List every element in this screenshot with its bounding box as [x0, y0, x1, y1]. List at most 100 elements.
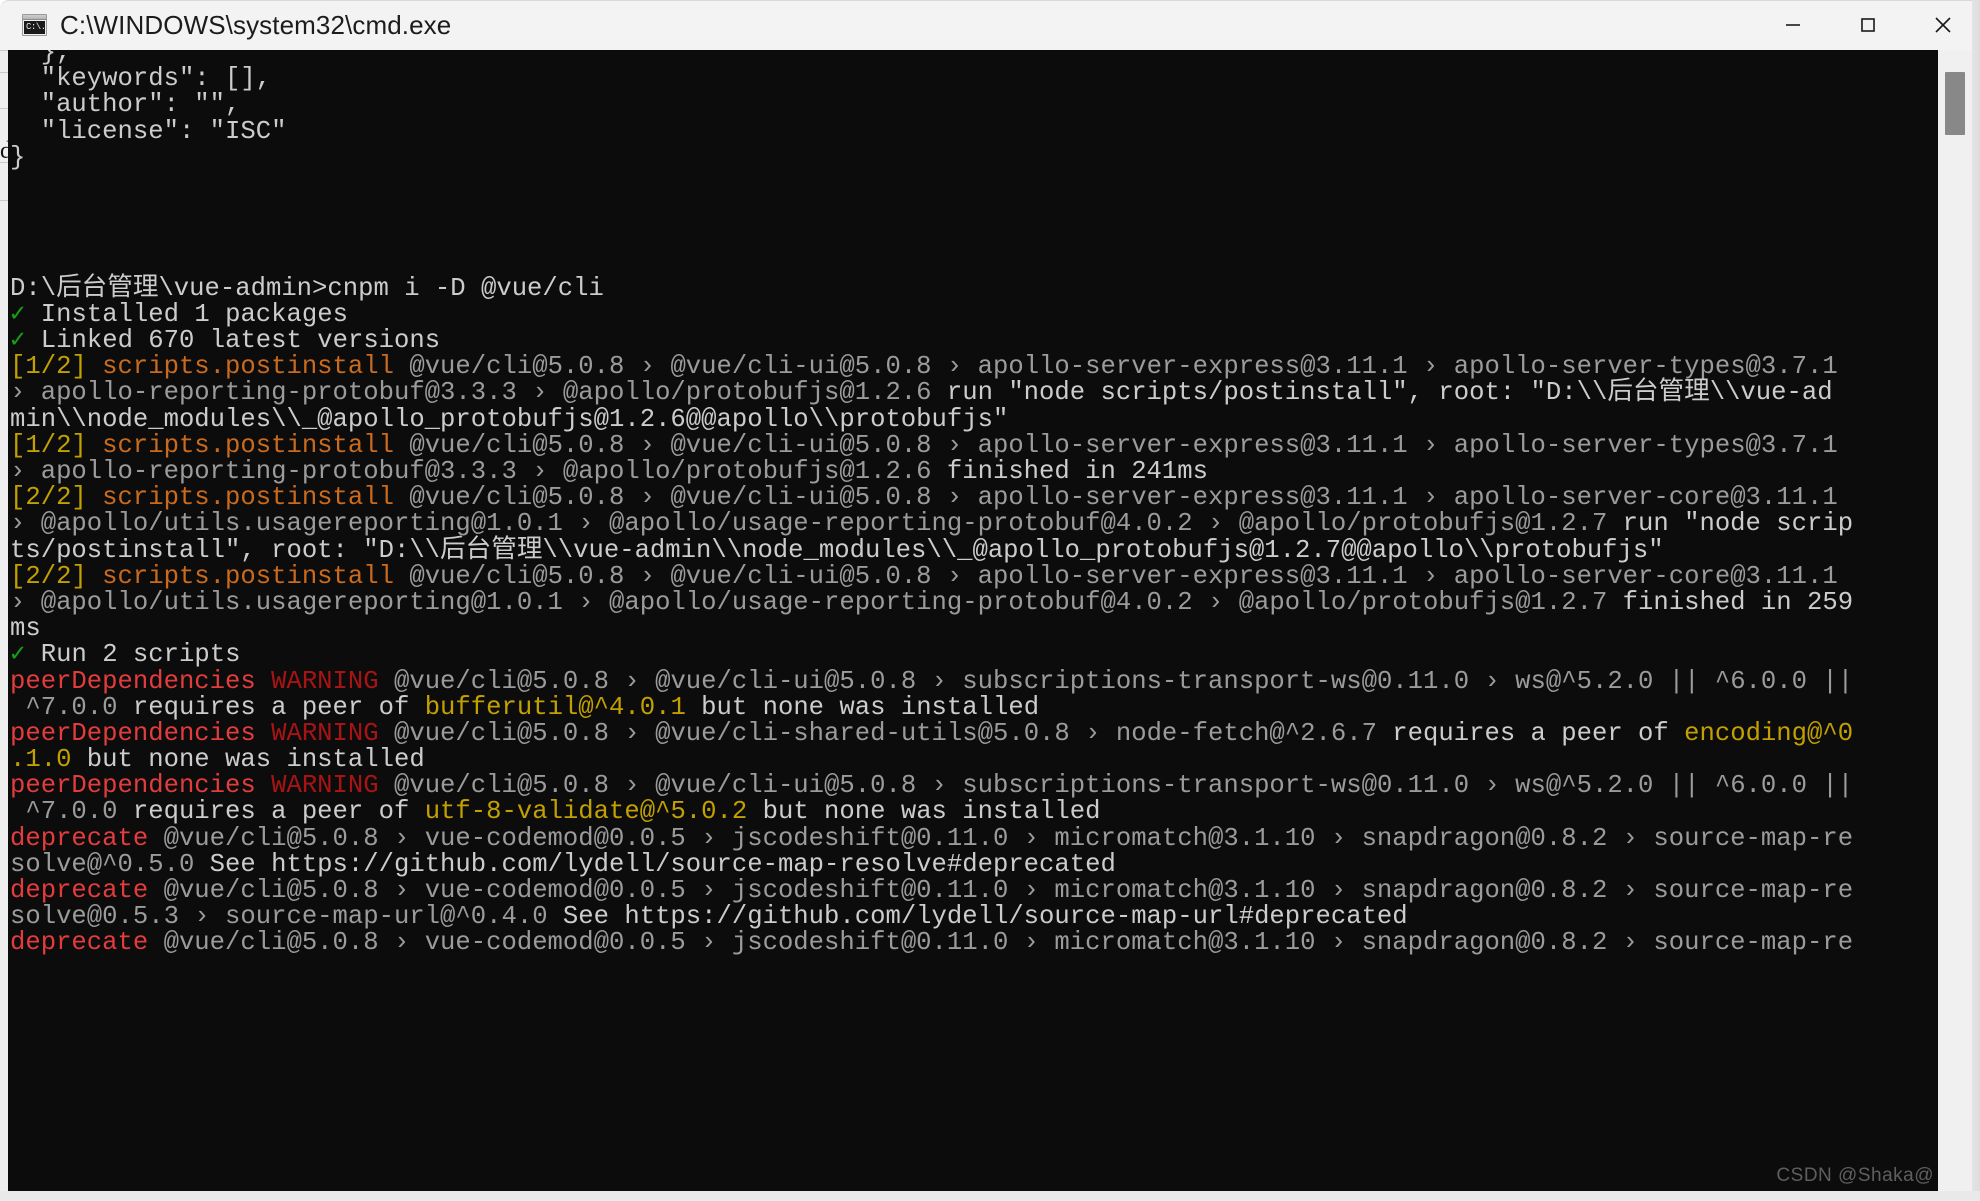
terminal-line: solve@^0.5.0 See https://github.com/lyde…: [10, 849, 1938, 879]
terminal-segment: ts/postinstall", root: "D:\\后台管理\\vue-ad…: [10, 535, 1664, 565]
terminal-segment: See https://github.com/lydell/source-map…: [547, 902, 1408, 932]
terminal-segment: requires a peer of: [117, 692, 425, 722]
terminal-segment: but none was installed: [71, 745, 425, 775]
terminal-segment: run "node scrip: [1607, 509, 1854, 539]
terminal-segment: D:\后台管理\vue-admin>cnpm i -D @vue/cli: [10, 273, 604, 303]
terminal-text: }, "keywords": [], "author": "", "licens…: [8, 50, 1938, 957]
terminal-segment: [1/2]: [10, 430, 87, 460]
title-bar-left: C:\. C:\WINDOWS\system32\cmd.exe: [0, 0, 451, 50]
terminal-segment: scripts.postinstall: [102, 483, 394, 513]
terminal-segment: .1.0: [10, 745, 72, 775]
terminal-segment: "license": "ISC": [10, 116, 287, 146]
terminal-line: [2/2] scripts.postinstall @vue/cli@5.0.8…: [10, 561, 1938, 591]
terminal-line: min\\node_modules\\_@apollo_protobufjs@1…: [10, 404, 1938, 434]
terminal-segment: but none was installed: [685, 692, 1040, 722]
terminal-segment: › apollo-reporting-protobuf@3.3.3 › @apo…: [10, 378, 932, 408]
terminal-segment: [256, 771, 271, 800]
terminal-segment: ✓: [10, 299, 26, 329]
minimize-button[interactable]: [1755, 0, 1830, 50]
terminal-segment: scripts.postinstall: [102, 352, 394, 382]
scrollbar-thumb[interactable]: [1945, 72, 1965, 135]
terminal-line: "author": "",: [10, 92, 1938, 118]
terminal-segment: @vue/cli@5.0.8 › @vue/cli-ui@5.0.8 › apo…: [393, 483, 1838, 513]
title-bar[interactable]: C:\. C:\WINDOWS\system32\cmd.exe: [0, 0, 1980, 50]
window-right-edge: [1972, 0, 1980, 1201]
terminal-segment: finished in 241ms: [931, 457, 1208, 486]
terminal-segment: ✓: [10, 640, 26, 670]
terminal-line: › apollo-reporting-protobuf@3.3.3 › @apo…: [10, 457, 1938, 486]
terminal-segment: }: [10, 142, 26, 172]
terminal-segment: run "node scripts/postinstall", root: "D…: [931, 378, 1833, 408]
terminal-line: peerDependencies WARNING @vue/cli@5.0.8 …: [10, 773, 1938, 799]
terminal-segment: deprecate: [10, 928, 149, 958]
terminal-segment: › @apollo/utils.usagereporting@1.0.1 › @…: [10, 509, 1608, 539]
maximize-button[interactable]: [1830, 0, 1905, 50]
minimize-icon: [1785, 24, 1800, 26]
window-bottom-edge: [0, 1191, 1980, 1201]
terminal-segment: @vue/cli@5.0.8 › @vue/cli-ui@5.0.8 › apo…: [393, 561, 1838, 591]
terminal-segment: deprecate: [10, 823, 149, 853]
terminal-segment: scripts.postinstall: [102, 561, 394, 591]
terminal-segment: WARNING: [271, 666, 379, 696]
terminal-segment: [87, 562, 102, 591]
terminal-segment: scripts.postinstall: [102, 430, 394, 460]
close-button[interactable]: [1905, 0, 1980, 50]
terminal-segment: peerDependencies: [10, 718, 256, 748]
terminal-segment: › apollo-reporting-protobuf@3.3.3 › @apo…: [10, 457, 932, 486]
terminal-segment: [256, 719, 271, 748]
background-document-edge: dr: [0, 50, 8, 1191]
terminal-line: D:\后台管理\vue-admin>cnpm i -D @vue/cli: [10, 273, 1938, 303]
terminal-segment: deprecate: [10, 876, 149, 905]
terminal-segment: @vue/cli@5.0.8 › @vue/cli-ui@5.0.8 › apo…: [393, 352, 1838, 382]
terminal-segment: [87, 352, 102, 381]
terminal-segment: @vue/cli@5.0.8 › vue-codemod@0.0.5 › jsc…: [148, 928, 1854, 958]
terminal-segment: solve@0.5.3 › source-map-url@^0.4.0: [10, 902, 548, 932]
terminal-segment: but none was installed: [747, 797, 1101, 827]
terminal-line: }: [10, 142, 1938, 172]
terminal-segment: @vue/cli@5.0.8 › @vue/cli-ui@5.0.8 › apo…: [393, 430, 1838, 460]
terminal-line: [1/2] scripts.postinstall @vue/cli@5.0.8…: [10, 430, 1938, 460]
terminal-segment: ^7.0.0: [10, 692, 118, 722]
terminal-segment: [256, 667, 271, 696]
background-document-glyph: dr: [0, 138, 8, 164]
terminal-segment: ^7.0.0: [10, 797, 118, 827]
terminal-segment: solve@^0.5.0: [10, 849, 195, 879]
terminal-line: ^7.0.0 requires a peer of utf-8-validate…: [10, 799, 1938, 825]
vertical-scrollbar[interactable]: [1938, 50, 1972, 1191]
terminal-line: ✓ Installed 1 packages: [10, 299, 1938, 329]
window-title: C:\WINDOWS\system32\cmd.exe: [60, 9, 452, 40]
terminal-line: › @apollo/utils.usagereporting@1.0.1 › @…: [10, 587, 1938, 617]
terminal-segment: peerDependencies: [10, 771, 256, 801]
terminal-segment: [2/2]: [10, 561, 87, 591]
close-icon: [1934, 17, 1951, 33]
terminal-segment: @vue/cli@5.0.8 › @vue/cli-shared-utils@5…: [378, 718, 1377, 748]
terminal-line: deprecate @vue/cli@5.0.8 › vue-codemod@0…: [10, 930, 1938, 956]
terminal-line: peerDependencies WARNING @vue/cli@5.0.8 …: [10, 718, 1938, 748]
terminal-segment: See https://github.com/lydell/source-map…: [194, 849, 1116, 879]
terminal-segment: [87, 483, 102, 512]
terminal-segment: @vue/cli@5.0.8 › @vue/cli-ui@5.0.8 › sub…: [378, 771, 1854, 801]
terminal-line: ms: [10, 616, 1938, 642]
terminal-segment: min\\node_modules\\_@apollo_protobufjs@1…: [10, 404, 1009, 434]
terminal-segment: Run 2 scripts: [25, 640, 241, 670]
terminal-segment: ✓: [10, 326, 26, 356]
terminal-line: "license": "ISC": [10, 116, 1938, 146]
terminal-segment: requires a peer of: [117, 797, 425, 827]
terminal-segment: @vue/cli@5.0.8 › vue-codemod@0.0.5 › jsc…: [148, 876, 1854, 905]
terminal-segment: peerDependencies: [10, 666, 256, 696]
terminal-segment: encoding@^0: [1684, 718, 1854, 748]
terminal-line: ts/postinstall", root: "D:\\后台管理\\vue-ad…: [10, 535, 1938, 565]
terminal-segment: @vue/cli@5.0.8 › @vue/cli-ui@5.0.8 › sub…: [378, 666, 1854, 696]
terminal-line: "keywords": [],: [10, 66, 1938, 92]
terminal-segment: › @apollo/utils.usagereporting@1.0.1 › @…: [10, 587, 1608, 617]
terminal-segment: "keywords": [],: [10, 64, 272, 94]
terminal-line: deprecate @vue/cli@5.0.8 › vue-codemod@0…: [10, 823, 1938, 853]
terminal-line: ✓ Linked 670 latest versions: [10, 326, 1938, 356]
terminal-output-area[interactable]: }, "keywords": [], "author": "", "licens…: [8, 50, 1938, 1191]
terminal-segment: WARNING: [271, 718, 379, 748]
terminal-segment: requires a peer of: [1376, 718, 1685, 748]
terminal-segment: finished in 259: [1607, 587, 1854, 617]
